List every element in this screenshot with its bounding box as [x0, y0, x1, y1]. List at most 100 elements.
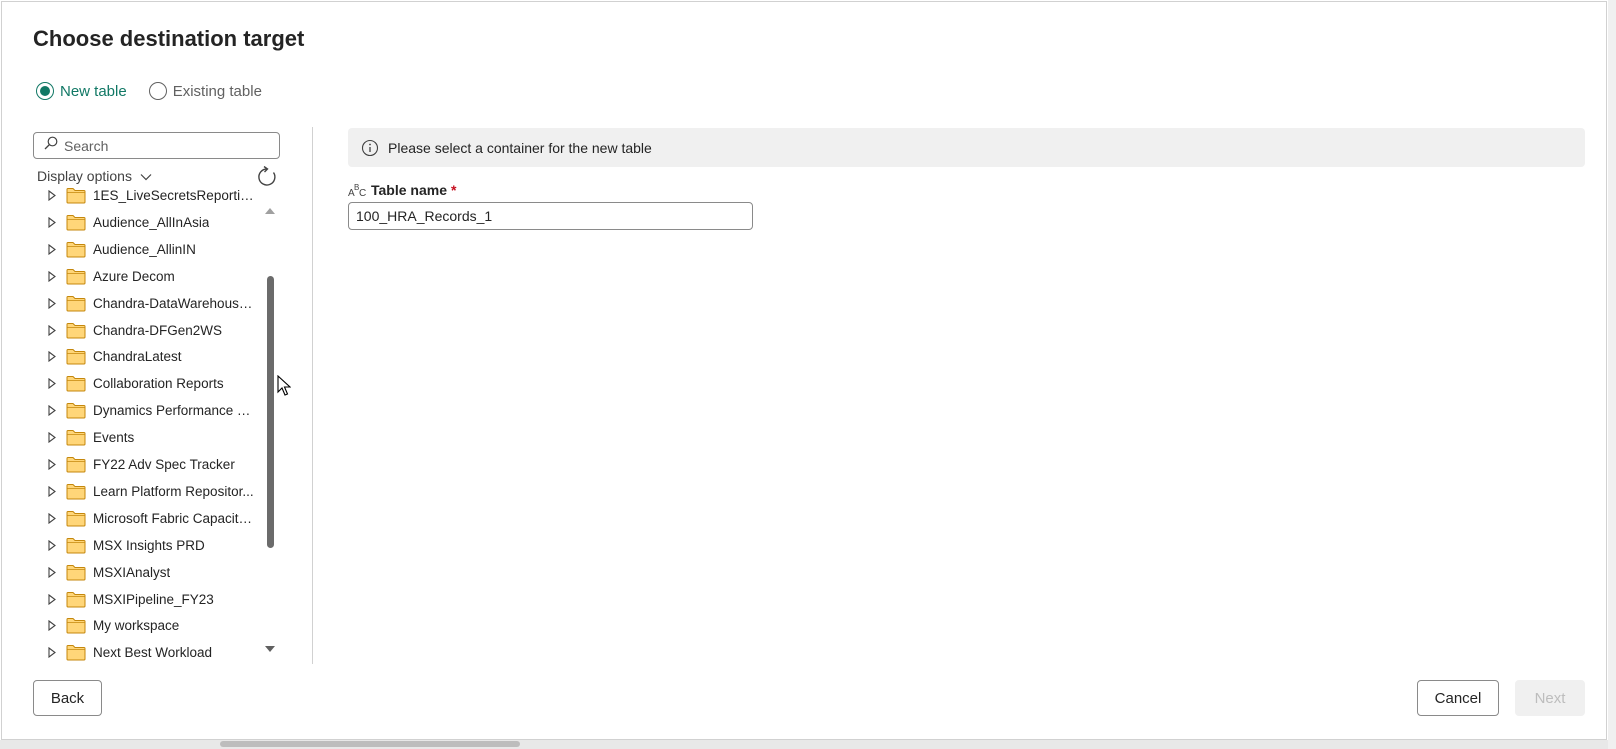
tree-item[interactable]: Dynamics Performance Te... [33, 397, 263, 424]
tree-item-label[interactable]: My workspace [93, 618, 179, 633]
folder-icon [66, 188, 86, 204]
tree-item-label[interactable]: MSXIAnalyst [93, 565, 170, 580]
tree-item[interactable]: MSXIPipeline_FY23 [33, 586, 263, 613]
tree-item-label[interactable]: Collaboration Reports [93, 376, 224, 391]
scroll-up-arrow-icon[interactable] [264, 202, 276, 220]
folder-icon [66, 591, 86, 608]
mouse-cursor-icon [277, 374, 292, 402]
workspace-tree: 1ES_LiveSecretsReporting Audience_AllInAs… [33, 188, 263, 663]
expand-caret-icon[interactable] [48, 351, 60, 363]
folder-icon [66, 214, 86, 231]
dialog-title: Choose destination target [33, 26, 305, 51]
expand-caret-icon[interactable] [48, 539, 60, 551]
next-button[interactable]: Next [1515, 680, 1585, 716]
tree-item-label[interactable]: Chandra-DFGen2WS [93, 323, 222, 338]
tree-item[interactable]: Events [33, 424, 263, 451]
expand-caret-icon[interactable] [48, 324, 60, 336]
expand-caret-icon[interactable] [48, 620, 60, 632]
expand-caret-icon[interactable] [48, 297, 60, 309]
tree-item-label[interactable]: 1ES_LiveSecretsReporting [93, 188, 255, 203]
tree-item[interactable]: Microsoft Fabric Capacity... [33, 505, 263, 532]
existing-table-label[interactable]: Existing table [173, 83, 262, 100]
folder-icon [66, 322, 86, 339]
tree-item-label[interactable]: Dynamics Performance Te... [93, 403, 255, 418]
expand-caret-icon[interactable] [48, 216, 60, 228]
expand-caret-icon[interactable] [48, 485, 60, 497]
folder-icon [66, 402, 86, 419]
folder-icon [66, 510, 86, 527]
tree-item[interactable]: Chandra-DFGen2WS [33, 317, 263, 344]
tree-item-label[interactable]: Azure Decom [93, 269, 175, 284]
tree-item[interactable]: Audience_AllInAsia [33, 209, 263, 236]
folder-icon [66, 456, 86, 473]
tree-item[interactable]: Collaboration Reports [33, 370, 263, 397]
tree-item-label[interactable]: Events [93, 430, 134, 445]
navigator-search-box[interactable] [33, 132, 280, 159]
tree-item[interactable]: ChandraLatest [33, 343, 263, 370]
tree-item-label[interactable]: Chandra-DataWarehouse... [93, 296, 255, 311]
expand-caret-icon[interactable] [48, 405, 60, 417]
refresh-icon[interactable] [256, 165, 278, 188]
folder-icon [66, 483, 86, 500]
expand-caret-icon[interactable] [48, 190, 60, 201]
expand-caret-icon[interactable] [48, 378, 60, 390]
expand-caret-icon[interactable] [48, 243, 60, 255]
expand-caret-icon[interactable] [48, 459, 60, 470]
scrollbar-thumb[interactable] [267, 276, 274, 548]
scroll-down-arrow-icon[interactable] [264, 640, 276, 658]
tree-item[interactable]: 1ES_LiveSecretsReporting [33, 188, 263, 209]
tree-item-label[interactable]: ChandraLatest [93, 349, 182, 364]
expand-caret-icon[interactable] [48, 432, 60, 444]
tree-item[interactable]: My workspace [33, 612, 263, 639]
new-table-label[interactable]: New table [60, 83, 127, 100]
info-icon [361, 139, 379, 157]
chevron-down-icon[interactable] [140, 168, 152, 184]
tree-item-label[interactable]: MSXIPipeline_FY23 [93, 592, 214, 607]
tree-item[interactable]: Audience_AllinIN [33, 236, 263, 263]
tree-item[interactable]: Learn Platform Repositor... [33, 478, 263, 505]
folder-icon [66, 295, 86, 312]
background-app-edge [0, 740, 1616, 749]
expand-caret-icon[interactable] [48, 512, 60, 524]
radio-unchecked-icon[interactable] [148, 82, 167, 100]
tree-item-label[interactable]: FY22 Adv Spec Tracker [93, 457, 235, 472]
choose-destination-dialog: Choose destination target New table Exis… [1, 1, 1607, 740]
required-asterisk: * [451, 182, 457, 198]
background-app-edge-right [1608, 0, 1616, 749]
folder-icon [66, 241, 86, 258]
tree-item-label[interactable]: Learn Platform Repositor... [93, 484, 254, 499]
table-name-input[interactable] [348, 202, 753, 230]
tree-item[interactable]: Chandra-DataWarehouse... [33, 290, 263, 317]
display-options-label[interactable]: Display options [37, 168, 132, 184]
table-mode-radio-group: New table Existing table [36, 82, 284, 100]
tree-item-label[interactable]: Microsoft Fabric Capacity... [93, 511, 255, 526]
pane-divider [312, 127, 313, 664]
tree-item-label[interactable]: Audience_AllinIN [93, 242, 196, 257]
expand-caret-icon[interactable] [48, 647, 60, 659]
expand-caret-icon[interactable] [48, 566, 60, 578]
back-button[interactable]: Back [33, 680, 102, 716]
background-scrollbar [220, 741, 520, 747]
tree-item[interactable]: FY22 Adv Spec Tracker [33, 451, 263, 478]
table-name-label: ABC Table name * [348, 182, 457, 199]
tree-item[interactable]: MSX Insights PRD [33, 532, 263, 559]
cancel-button[interactable]: Cancel [1417, 680, 1499, 716]
svg-text:C: C [359, 188, 366, 198]
display-options-dropdown[interactable]: Display options [37, 168, 152, 184]
folder-icon [66, 429, 86, 446]
tree-item-label[interactable]: Next Best Workload [93, 645, 212, 660]
search-icon [44, 136, 58, 155]
tree-item[interactable]: MSXIAnalyst [33, 559, 263, 586]
tree-item-label[interactable]: Audience_AllInAsia [93, 215, 209, 230]
expand-caret-icon[interactable] [48, 270, 60, 282]
new-table-radio[interactable]: New table [36, 82, 127, 100]
tree-item[interactable]: Next Best Workload [33, 639, 263, 663]
existing-table-radio[interactable]: Existing table [148, 82, 262, 100]
radio-checked-icon[interactable] [36, 82, 54, 100]
expand-caret-icon[interactable] [48, 593, 60, 605]
tree-item-label[interactable]: MSX Insights PRD [93, 538, 205, 553]
tree-scrollbar[interactable] [264, 200, 276, 660]
info-message-text: Please select a container for the new ta… [388, 139, 652, 156]
search-input[interactable] [64, 137, 264, 154]
tree-item[interactable]: Azure Decom [33, 263, 263, 290]
